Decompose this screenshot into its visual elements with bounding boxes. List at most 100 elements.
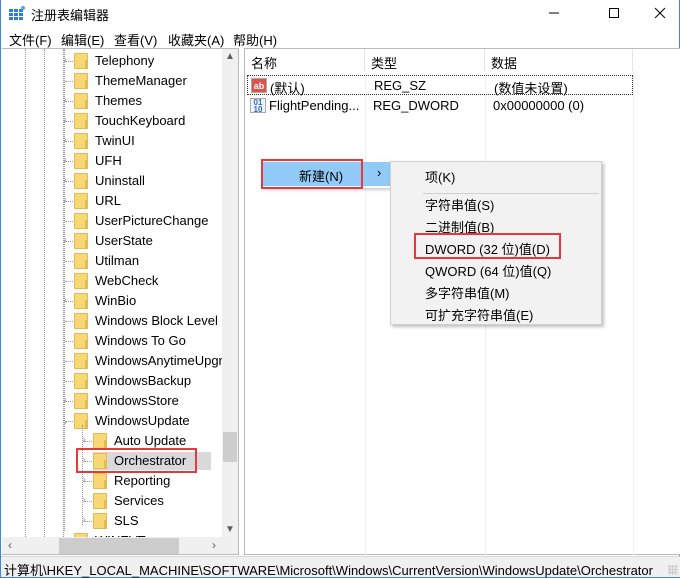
chevron-right-icon[interactable]: ›: [79, 454, 89, 466]
tree-item[interactable]: › TouchKeyboard: [2, 111, 222, 131]
tree-item[interactable]: › Orchestrator: [2, 451, 222, 471]
value-row[interactable]: ab (默认) REG_SZ (数值未设置): [247, 75, 633, 96]
tree-item[interactable]: Utilman: [2, 251, 222, 271]
chevron-right-icon[interactable]: ›: [60, 294, 70, 306]
tree-connector: [65, 221, 73, 222]
submenu-item-string-value[interactable]: 字符串值(S): [393, 192, 599, 214]
submenu-item-multi-string-value[interactable]: 多字符串值(M): [393, 280, 599, 302]
scroll-left-icon[interactable]: ‹: [8, 538, 12, 552]
tree-item[interactable]: › UFH: [2, 151, 222, 171]
submenu-item-dword-value[interactable]: DWORD (32 位)值(D): [393, 236, 599, 258]
folder-icon: [74, 413, 88, 429]
submenu-item-binary-value[interactable]: 二进制值(B): [393, 214, 599, 236]
tree-item-label: WindowsStore: [95, 393, 179, 408]
resize-grip-icon[interactable]: [668, 565, 678, 575]
minimize-icon: [549, 12, 559, 14]
registry-editor-window: 注册表编辑器 文件(F) 编辑(E) 查看(V) 收藏夹(A) 帮助(H) › T…: [0, 0, 680, 578]
tree-item[interactable]: WindowsAnytimeUpgr: [2, 351, 222, 371]
tree-item[interactable]: › Telephony: [2, 51, 222, 71]
column-divider: [365, 71, 366, 556]
tree-item[interactable]: › UserState: [2, 231, 222, 251]
tree-item[interactable]: WebCheck: [2, 271, 222, 291]
tree-connector: [65, 181, 73, 182]
menu-help[interactable]: 帮助(H): [233, 30, 277, 49]
folder-icon: [74, 153, 88, 169]
tree-item[interactable]: › Reporting: [2, 471, 222, 491]
tree-item[interactable]: › Uninstall: [2, 171, 222, 191]
menu-view[interactable]: 查看(V): [114, 30, 157, 49]
maximize-button[interactable]: [591, 0, 637, 26]
value-name: (默认): [270, 81, 305, 96]
tree-item[interactable]: ThemeManager: [2, 71, 222, 91]
folder-icon: [74, 393, 88, 409]
tree-hscroll-thumb[interactable]: [59, 538, 179, 554]
tree-item-label: WindowsAnytimeUpgr: [95, 353, 222, 368]
chevron-right-icon[interactable]: ›: [60, 114, 70, 126]
context-menu-new[interactable]: 新建(N) ›: [263, 162, 391, 186]
tree-horizontal-scrollbar[interactable]: ‹ ›: [2, 537, 222, 554]
tree-item[interactable]: Windows Block Level: [2, 311, 222, 331]
tree-item-label: UserState: [95, 233, 153, 248]
menu-file[interactable]: 文件(F): [9, 30, 52, 49]
window-title: 注册表编辑器: [31, 8, 110, 23]
value-row[interactable]: 01 10 FlightPending... REG_DWORD 0x000000…: [247, 96, 633, 116]
chevron-right-icon[interactable]: ›: [60, 394, 70, 406]
chevron-right-icon[interactable]: ›: [79, 494, 89, 506]
chevron-right-icon[interactable]: ›: [60, 134, 70, 146]
tree-item[interactable]: › Themes: [2, 91, 222, 111]
submenu-item-key[interactable]: 项(K): [393, 164, 599, 186]
tree-item[interactable]: WindowsBackup: [2, 371, 222, 391]
chevron-right-icon[interactable]: ›: [60, 154, 70, 166]
tree-vscroll-thumb[interactable]: [223, 432, 237, 462]
tree-item[interactable]: Windows To Go: [2, 331, 222, 351]
value-data: 0x00000000 (0): [493, 98, 585, 113]
folder-icon: [74, 373, 88, 389]
menu-edit[interactable]: 编辑(E): [61, 30, 104, 49]
chevron-right-icon[interactable]: ›: [60, 194, 70, 206]
new-submenu: 项(K) 字符串值(S) 二进制值(B) DWORD (32 位)值(D) QW…: [390, 161, 602, 325]
chevron-right-icon[interactable]: ›: [60, 54, 70, 66]
scroll-up-icon[interactable]: ▲: [222, 51, 238, 62]
tree-item[interactable]: › Services: [2, 491, 222, 511]
tree-item-label: WinBio: [95, 293, 137, 308]
chevron-right-icon[interactable]: ›: [60, 174, 70, 186]
folder-icon: [74, 93, 88, 109]
tree-item[interactable]: › WindowsStore: [2, 391, 222, 411]
tree-item-label: WindowsBackup: [95, 373, 192, 388]
submenu-item-label: QWORD (64 位)值(Q): [425, 264, 552, 279]
tree-item-label: SLS: [114, 513, 139, 528]
chevron-right-icon[interactable]: ›: [60, 94, 70, 106]
folder-icon: [93, 513, 107, 529]
chevron-right-icon[interactable]: ›: [60, 234, 70, 246]
tree-item[interactable]: › URL: [2, 191, 222, 211]
submenu-item-expandable-string-value[interactable]: 可扩充字符串值(E): [393, 302, 599, 324]
tree-vertical-scrollbar[interactable]: ▲ ▼: [222, 49, 238, 537]
minimize-button[interactable]: [531, 0, 577, 26]
tree-item[interactable]: › TwinUI: [2, 131, 222, 151]
tree-item[interactable]: UserPictureChange: [2, 211, 222, 231]
submenu-item-qword-value[interactable]: QWORD (64 位)值(Q): [393, 258, 599, 280]
column-header-name[interactable]: 名称: [245, 49, 365, 71]
registry-key-tree[interactable]: › Telephony ThemeManager › Themes › TouchKeybo…: [2, 48, 239, 555]
tree-item[interactable]: › SLS: [2, 511, 222, 531]
folder-icon: [74, 353, 88, 369]
scroll-down-icon[interactable]: ▼: [222, 524, 238, 535]
tree-item[interactable]: › WinBio: [2, 291, 222, 311]
menu-favorites[interactable]: 收藏夹(A): [168, 30, 224, 49]
tree-connector: [65, 161, 73, 162]
chevron-right-icon[interactable]: ›: [79, 474, 89, 486]
chevron-right-icon[interactable]: ›: [79, 514, 89, 526]
submenu-item-label: 项(K): [425, 170, 456, 185]
tree-item-label: Telephony: [95, 53, 155, 68]
chevron-right-icon[interactable]: ›: [79, 434, 89, 446]
column-header-data[interactable]: 数据: [485, 49, 633, 71]
tree-item-label: Orchestrator: [114, 453, 187, 468]
title-bar: 注册表编辑器: [1, 0, 679, 26]
scroll-right-icon[interactable]: ›: [212, 538, 216, 552]
tree-item[interactable]: › Auto Update: [2, 431, 222, 451]
tree-connector: [65, 301, 73, 302]
close-button[interactable]: [637, 0, 680, 26]
column-header-type[interactable]: 类型: [365, 49, 485, 71]
tree-connector: [84, 481, 92, 482]
tree-item[interactable]: ⌄ WindowsUpdate: [2, 411, 222, 431]
